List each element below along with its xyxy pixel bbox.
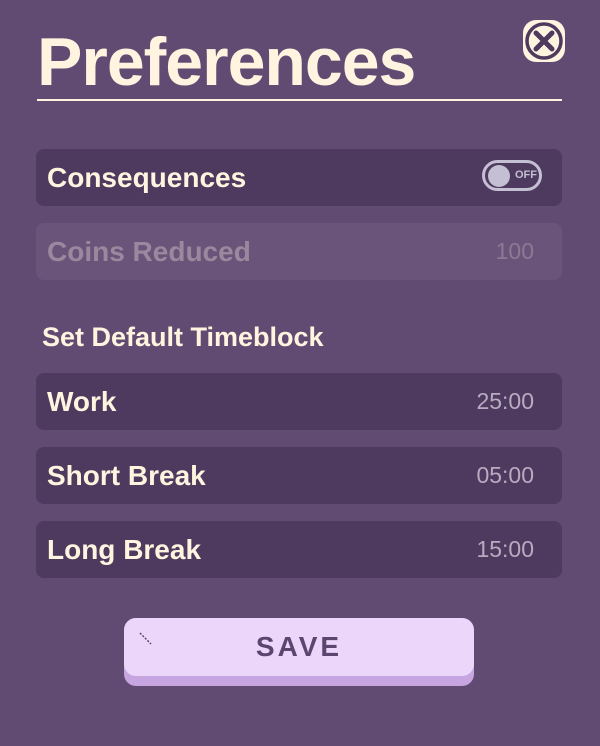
coins-reduced-input: 100 [495,238,534,264]
work-duration-input[interactable]: 25:00 [476,373,534,430]
consequences-label: Consequences [47,162,247,193]
sparkle-icon [139,632,152,645]
coins-reduced-label: Coins Reduced [47,236,251,267]
timeblock-row-long-break[interactable]: Long Break 15:00 [36,521,562,578]
short-break-duration-input[interactable]: 05:00 [476,447,534,504]
page-title: Preferences [37,24,416,100]
short-break-label: Short Break [47,460,206,491]
timeblock-row-short-break[interactable]: Short Break 05:00 [36,447,562,504]
toggle-state-label: OFF [515,169,537,181]
consequences-row: Consequences OFF [36,149,562,206]
consequences-toggle[interactable]: OFF [482,160,542,191]
close-x-icon [525,22,563,60]
work-label: Work [47,386,117,417]
title-divider [37,99,562,101]
timeblock-row-work[interactable]: Work 25:00 [36,373,562,430]
toggle-knob [488,165,510,187]
coins-reduced-row: Coins Reduced 100 [36,223,562,280]
save-button-label: SAVE [255,631,343,662]
long-break-duration-input[interactable]: 15:00 [476,521,534,578]
timeblock-heading: Set Default Timeblock [42,322,324,352]
long-break-label: Long Break [47,534,202,565]
save-button[interactable]: SAVE [124,618,474,686]
close-button[interactable] [523,20,565,62]
